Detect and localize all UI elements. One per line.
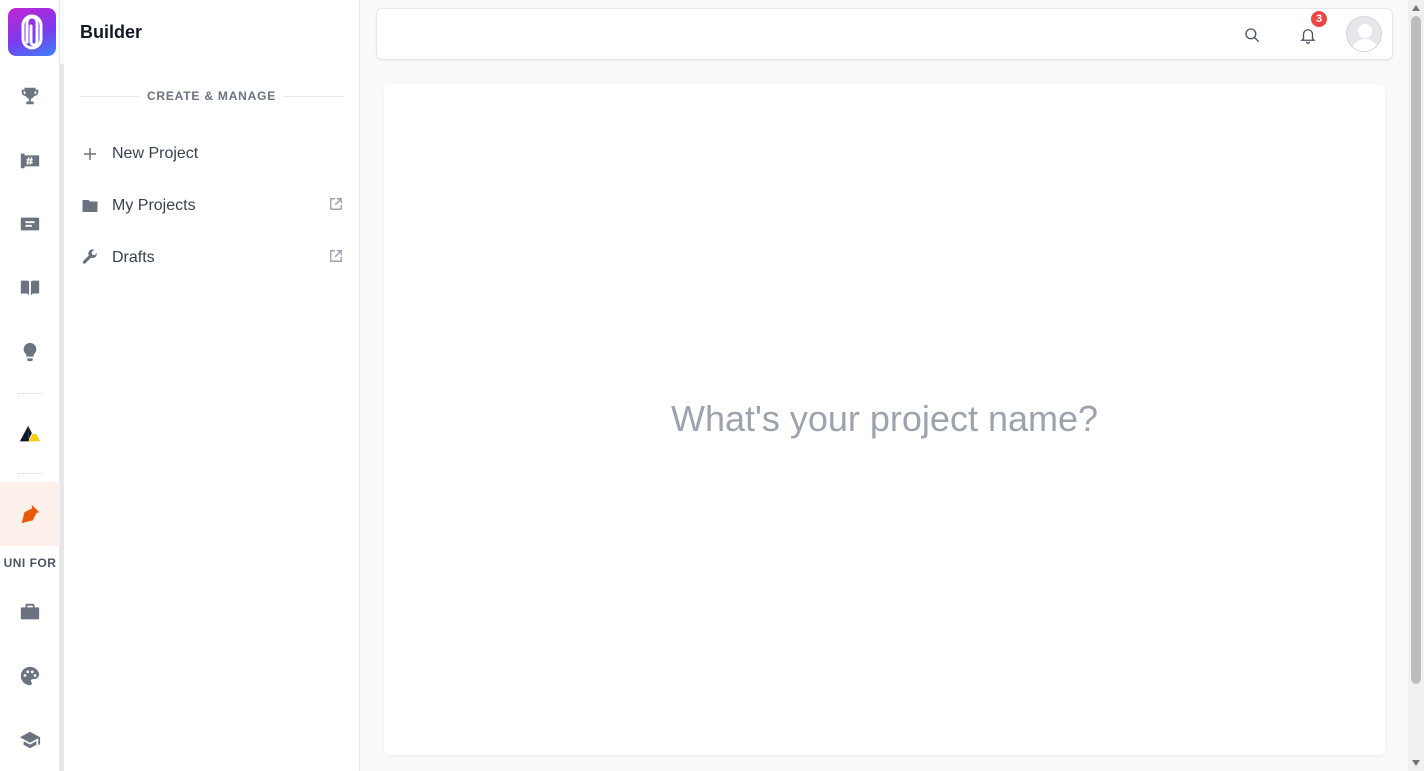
book-icon [20, 280, 40, 296]
divider [284, 95, 343, 97]
scroll-up-arrow[interactable] [1412, 5, 1420, 11]
graduation-cap-icon [19, 731, 41, 749]
search-icon [1245, 28, 1260, 43]
rail-divider [18, 393, 42, 394]
bell-icon [1300, 29, 1316, 44]
scroll-down-arrow[interactable] [1412, 760, 1420, 766]
triangle-logo-icon [19, 425, 41, 442]
sidebar-title: Builder [80, 22, 143, 42]
scrollbar-thumb[interactable] [1411, 16, 1421, 684]
sidebar-item-new-project[interactable]: New Project [80, 136, 343, 172]
default-avatar-icon [1351, 24, 1379, 51]
app-logo[interactable] [8, 8, 56, 56]
rail-board-button[interactable] [0, 128, 60, 192]
sidebar-item-drafts[interactable]: Drafts [80, 240, 343, 276]
rail-learn-button[interactable] [0, 708, 60, 771]
project-name-input[interactable] [384, 384, 1385, 454]
rail-trophy-button[interactable] [0, 64, 60, 128]
rail-article-button[interactable] [0, 192, 60, 256]
wrench-icon [80, 248, 100, 268]
page-scrollbar[interactable] [1408, 0, 1424, 771]
sidebar-item-my-projects[interactable]: My Projects [80, 188, 343, 224]
external-link-icon[interactable] [329, 197, 343, 216]
top-bar: 3 [376, 8, 1393, 60]
pen-nib-icon [21, 504, 40, 524]
article-icon [20, 217, 40, 231]
trophy-icon [21, 87, 39, 105]
briefcase-icon [20, 603, 40, 620]
sidebar-item-label: Drafts [112, 249, 155, 266]
rail-builder-button[interactable] [0, 482, 60, 546]
rail-section-label: UNI FOR [3, 556, 57, 570]
rail-partner-button[interactable] [0, 402, 60, 466]
project-editor-card [384, 84, 1385, 755]
search-button[interactable] [1240, 23, 1264, 47]
rail-divider [18, 473, 42, 474]
rail-jobs-button[interactable] [0, 580, 60, 644]
section-heading-label: CREATE & MANAGE [146, 89, 277, 103]
section-heading: CREATE & MANAGE [80, 89, 343, 103]
builder-sidebar: Builder CREATE & MANAGE New Project My P… [64, 0, 360, 771]
sidebar-item-label: New Project [112, 145, 199, 162]
plus-icon [80, 144, 100, 164]
notification-badge: 3 [1311, 11, 1327, 27]
sidebar-item-label: My Projects [112, 197, 196, 214]
palette-icon [20, 666, 40, 686]
rail-design-button[interactable] [0, 644, 60, 708]
hashtag-board-icon [20, 153, 40, 169]
external-link-icon[interactable] [329, 249, 343, 268]
paperclip-logo-icon [21, 14, 43, 50]
lightbulb-icon [23, 342, 37, 362]
rail-idea-button[interactable] [0, 320, 60, 384]
rail-book-button[interactable] [0, 256, 60, 320]
divider [80, 95, 139, 97]
icon-rail: UNI FOR [0, 0, 60, 771]
folder-icon [80, 196, 100, 216]
user-avatar[interactable] [1346, 16, 1382, 52]
